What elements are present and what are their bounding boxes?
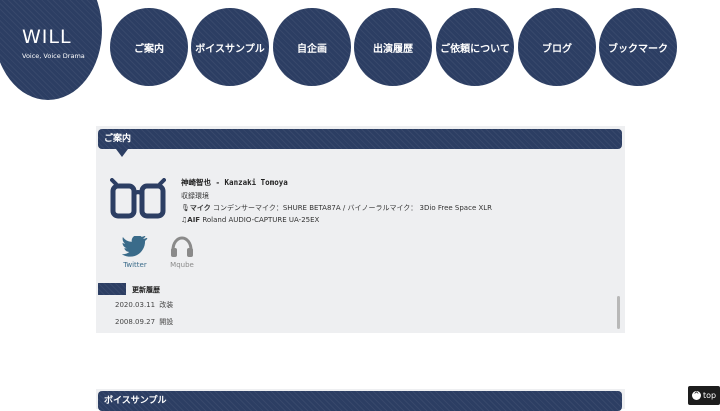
twitter-link[interactable]: Twitter bbox=[122, 236, 148, 269]
section-header: ボイスサンプル bbox=[98, 391, 622, 411]
nav-item-voice-sample[interactable]: ボイスサンプル bbox=[191, 8, 269, 86]
aif-label: AIF bbox=[187, 216, 201, 224]
recording-env-label: 収録環境 bbox=[181, 192, 209, 200]
nav-item-guide[interactable]: ご案内 bbox=[110, 8, 188, 86]
mic-text: コンデンサーマイク：SHURE BETA87A / バイノーラルマイク： 3Di… bbox=[213, 204, 493, 212]
updates-scrollbar[interactable] bbox=[617, 296, 620, 329]
mqube-label: Mqube bbox=[170, 261, 194, 269]
nav-item-bookmarks[interactable]: ブックマーク bbox=[599, 8, 677, 86]
nav-item-blog[interactable]: ブログ bbox=[518, 8, 596, 86]
aif-text: Roland AUDIO-CAPTURE UA-25EX bbox=[202, 216, 320, 224]
logo-subtitle: Voice, Voice Drama bbox=[22, 52, 85, 60]
voice-sample-panel: ボイスサンプル bbox=[96, 389, 625, 411]
mic-info: 🎙マイク コンデンサーマイク：SHURE BETA87A / バイノーラルマイク… bbox=[181, 203, 492, 213]
update-text: 改装 bbox=[159, 301, 174, 309]
mqube-link[interactable]: Mqube bbox=[170, 236, 194, 269]
nav-label: ご案内 bbox=[134, 43, 164, 55]
aif-info: ♫AIF Roland AUDIO-CAPTURE UA-25EX bbox=[181, 216, 319, 224]
profile-name: 神崎智也 - Kanzaki Tomoya bbox=[181, 178, 288, 187]
section-header: ご案内 bbox=[98, 129, 622, 149]
update-date: 2020.03.11 bbox=[115, 301, 156, 309]
glasses-icon bbox=[110, 178, 166, 219]
arrow-up-icon: ^ bbox=[691, 391, 701, 400]
nav-item-requests[interactable]: ご依頼について bbox=[436, 8, 514, 86]
headphones-icon bbox=[171, 236, 193, 257]
site-logo[interactable]: WILL Voice, Voice Drama bbox=[0, 0, 102, 100]
twitter-label: Twitter bbox=[123, 261, 147, 269]
back-to-top-button[interactable]: ^ top bbox=[688, 386, 720, 405]
guide-panel: ご案内 神崎智也 - Kanzaki Tomoya 収録環境 🎙マイク コンデン… bbox=[96, 126, 625, 333]
nav-label: 自企画 bbox=[297, 43, 327, 55]
nav-label: ブックマーク bbox=[608, 43, 668, 55]
update-date: 2008.09.27 bbox=[115, 318, 156, 326]
mic-label: マイク bbox=[189, 204, 211, 212]
twitter-bird-icon bbox=[122, 236, 148, 257]
nav-label: ボイスサンプル bbox=[195, 43, 265, 55]
nav-item-own-projects[interactable]: 自企画 bbox=[273, 8, 351, 86]
update-row: 2020.03.11 改装 bbox=[115, 300, 173, 310]
nav-label: ブログ bbox=[542, 43, 572, 55]
logo-title: WILL bbox=[22, 26, 72, 48]
updates-bar bbox=[98, 283, 126, 295]
nav-item-appearances[interactable]: 出演履歴 bbox=[354, 8, 432, 86]
nav-label: 出演履歴 bbox=[373, 43, 413, 55]
updates-title: 更新履歴 bbox=[132, 286, 160, 294]
microphone-icon: 🎙 bbox=[181, 204, 190, 212]
update-row: 2008.09.27 開設 bbox=[115, 317, 173, 327]
top-label: top bbox=[702, 391, 717, 400]
update-text: 開設 bbox=[159, 318, 174, 326]
nav-label: ご依頼について bbox=[440, 43, 510, 55]
section-header-arrow bbox=[116, 149, 128, 157]
